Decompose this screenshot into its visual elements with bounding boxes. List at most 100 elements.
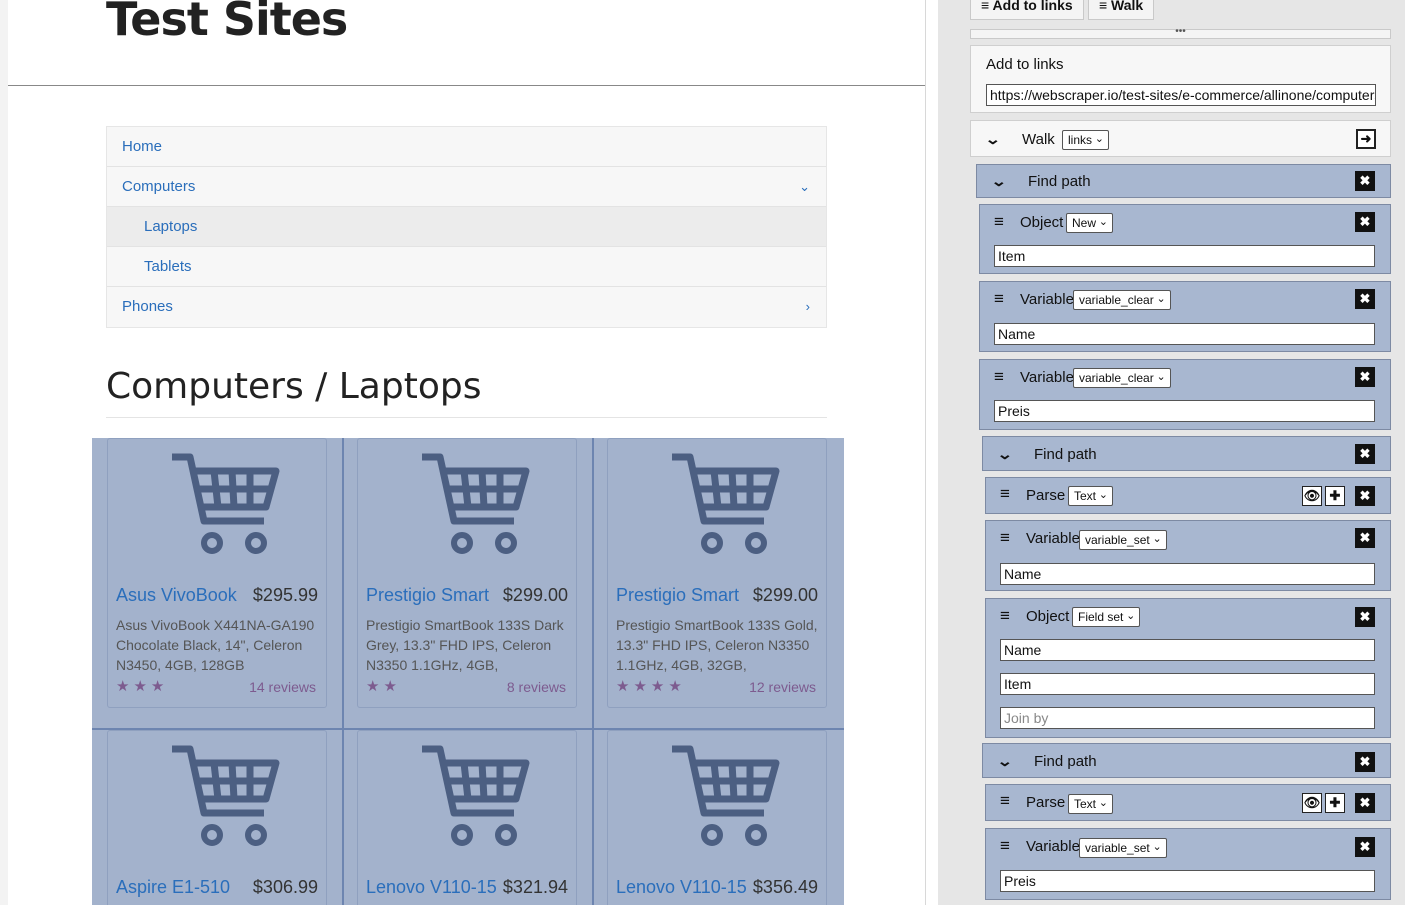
object-name-input[interactable]: Item [994, 245, 1375, 267]
variable-select[interactable]: variable_set ⌄ [1079, 530, 1167, 550]
hamburger-icon[interactable]: ≡ [1000, 836, 1010, 856]
close-icon[interactable]: ✖ [1355, 793, 1375, 813]
page-edge [925, 0, 926, 905]
tab-walk[interactable]: ≡ Walk [1088, 0, 1155, 20]
select-value: New [1072, 216, 1097, 230]
select-value: Text [1074, 489, 1097, 503]
hamburger-icon[interactable]: ≡ [1000, 791, 1010, 811]
product-card[interactable]: Prestigio Smart $299.00 Prestigio SmartB… [607, 438, 827, 708]
caret-icon: ⌄ [1156, 371, 1166, 383]
select-value: variable_set [1085, 841, 1150, 855]
variable-block: ≡ Variable variable_set ⌄ ✖ Preis [985, 828, 1391, 900]
hamburger-icon[interactable]: ≡ [994, 367, 1004, 387]
nav-label: Home [122, 138, 163, 155]
variable-name-input[interactable]: Name [1000, 563, 1375, 585]
close-icon[interactable]: ✖ [1355, 607, 1375, 627]
block-label: Walk [1022, 131, 1055, 148]
product-card[interactable]: Prestigio Smart $299.00 Prestigio SmartB… [357, 438, 577, 708]
walk-select[interactable]: links ⌄ [1062, 130, 1110, 150]
chevron-down-icon: ⌄ [799, 179, 810, 194]
product-name-link[interactable]: Prestigio Smart [616, 585, 739, 606]
variable-name-input[interactable]: Preis [994, 400, 1375, 422]
join-by-input[interactable]: Join by [1000, 707, 1375, 729]
chevron-down-icon[interactable]: ⌄ [997, 753, 1013, 770]
caret-icon: ⌄ [1126, 610, 1136, 622]
url-input[interactable]: https://webscraper.io/test-sites/e-comme… [986, 84, 1376, 106]
close-icon[interactable]: ✖ [1355, 289, 1375, 309]
shopping-cart-icon [672, 453, 780, 554]
product-price: $299.00 [502, 585, 568, 605]
hamburger-icon[interactable]: ≡ [1000, 606, 1010, 626]
variable-select[interactable]: variable_clear ⌄ [1073, 290, 1171, 310]
close-icon[interactable]: ✖ [1355, 837, 1375, 857]
product-name-link[interactable]: Lenovo V110-15 [616, 877, 747, 898]
close-icon[interactable]: ✖ [1355, 171, 1375, 191]
caret-icon: ⌄ [1152, 533, 1162, 545]
close-icon[interactable]: ✖ [1355, 212, 1375, 232]
nav-item-computers[interactable]: Computers ⌄ [107, 167, 826, 207]
object-block: ≡ Object Field set ⌄ ✖ Name Item Join by [985, 598, 1391, 738]
eye-icon[interactable]: 👁 [1302, 486, 1322, 506]
field-name-input[interactable]: Name [1000, 639, 1375, 661]
nav-label: Tablets [144, 258, 192, 275]
field-object-input[interactable]: Item [1000, 673, 1375, 695]
parse-select[interactable]: Text ⌄ [1068, 486, 1114, 506]
variable-name-input[interactable]: Name [994, 323, 1375, 345]
variable-block: ≡ Variable variable_clear ⌄ ✖ Preis [979, 359, 1391, 430]
hamburger-icon[interactable]: ≡ [994, 212, 1004, 232]
caret-icon: ⌄ [1152, 841, 1162, 853]
product-card[interactable]: Lenovo V110-15 $321.94 [357, 730, 577, 905]
close-icon[interactable]: ✖ [1355, 528, 1375, 548]
product-card[interactable]: Asus VivoBook $295.99 Asus VivoBook X441… [107, 438, 327, 708]
product-card[interactable]: Lenovo V110-15 $356.49 [607, 730, 827, 905]
nav-label: Computers [122, 178, 196, 195]
chevron-down-icon[interactable]: ⌄ [997, 446, 1013, 463]
product-price: $356.49 [752, 877, 818, 897]
panel-splitter[interactable]: ••• [970, 27, 1391, 39]
block-label: Object [1026, 608, 1070, 625]
product-name-link[interactable]: Prestigio Smart [366, 585, 489, 606]
nav-item-tablets[interactable]: Tablets [107, 247, 826, 287]
parse-block: ≡ Parse Text ⌄ 👁 ✚ ✖ [985, 477, 1391, 514]
plus-icon[interactable]: ✚ [1325, 486, 1345, 506]
hamburger-icon[interactable]: ≡ [1000, 528, 1010, 548]
close-icon[interactable]: ✖ [1355, 752, 1375, 772]
variable-name-input[interactable]: Preis [1000, 870, 1375, 892]
product-name-link[interactable]: Lenovo V110-15 [366, 877, 497, 898]
chevron-right-icon: › [805, 299, 810, 314]
tab-add-to-links[interactable]: ≡ Add to links [970, 0, 1084, 20]
review-count: 12 reviews [749, 679, 816, 695]
shopping-cart-icon [422, 453, 530, 554]
eye-icon[interactable]: 👁 [1302, 793, 1322, 813]
parse-select[interactable]: Text ⌄ [1068, 794, 1114, 814]
left-margin [0, 0, 8, 905]
nav-item-phones[interactable]: Phones › [107, 287, 826, 327]
plus-icon[interactable]: ✚ [1325, 793, 1345, 813]
nav-label: Laptops [144, 218, 198, 235]
block-label: Parse [1026, 487, 1066, 504]
shopping-cart-icon [172, 745, 280, 846]
product-name-link[interactable]: Asus VivoBook [116, 585, 237, 606]
rating-stars: ★★★★ [616, 677, 686, 695]
product-name-link[interactable]: Aspire E1-510 [116, 877, 230, 898]
chevron-down-icon[interactable]: ⌄ [991, 173, 1007, 190]
close-icon[interactable]: ✖ [1355, 444, 1375, 464]
product-card[interactable]: Aspire E1-510 $306.99 [107, 730, 327, 905]
select-value: Text [1074, 797, 1097, 811]
variable-select[interactable]: variable_set ⌄ [1079, 838, 1167, 858]
arrow-right-icon[interactable]: ➜ [1356, 129, 1376, 149]
object-select[interactable]: New ⌄ [1066, 213, 1114, 233]
close-icon[interactable]: ✖ [1355, 367, 1375, 387]
nav-item-home[interactable]: Home [107, 127, 826, 167]
nav-item-laptops[interactable]: Laptops [107, 207, 826, 247]
object-select[interactable]: Field set ⌄ [1072, 607, 1141, 627]
review-count: 14 reviews [249, 679, 316, 695]
variable-select[interactable]: variable_clear ⌄ [1073, 368, 1171, 388]
title-divider [106, 417, 827, 418]
product-description: Asus VivoBook X441NA-GA190 Chocolate Bla… [116, 617, 315, 673]
hamburger-icon[interactable]: ≡ [994, 289, 1004, 309]
close-icon[interactable]: ✖ [1355, 486, 1375, 506]
chevron-down-icon[interactable]: ⌄ [985, 131, 1001, 148]
hamburger-icon[interactable]: ≡ [1000, 484, 1010, 504]
block-label: Find path [1034, 753, 1097, 770]
